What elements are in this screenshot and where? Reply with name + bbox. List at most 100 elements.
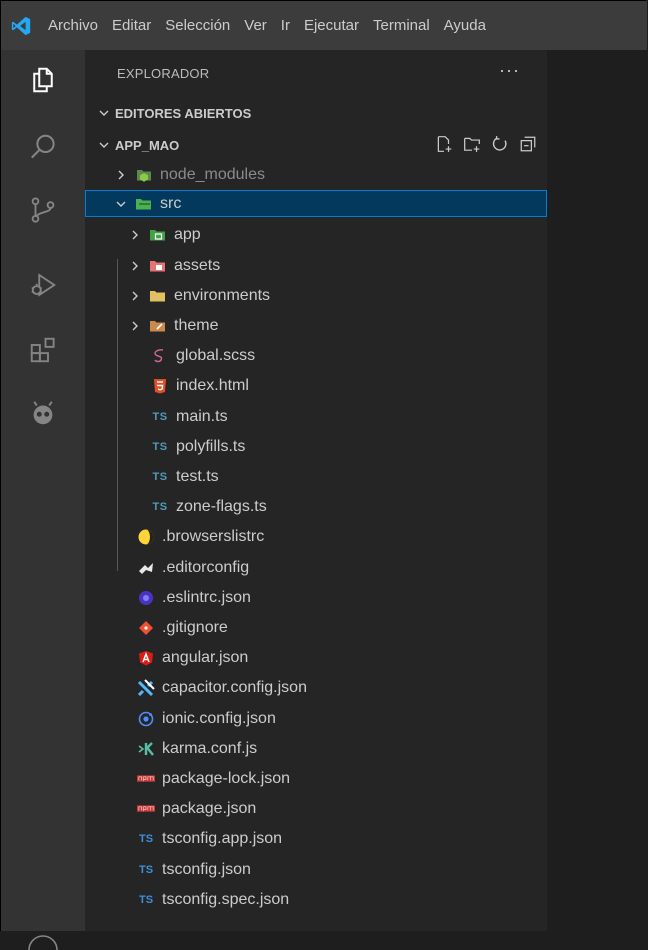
file-item[interactable]: .browserslistrc [85, 522, 547, 552]
chevron-down-icon [97, 138, 111, 152]
folder-item[interactable]: src [85, 190, 547, 218]
explorer-sidebar: EXPLORADOR ··· EDITORES ABIERTOS APP_MAO [85, 50, 547, 931]
open-editors-label: EDITORES ABIERTOS [115, 105, 252, 121]
tree-item-label: capacitor.config.json [162, 679, 307, 697]
tree-item-label: main.ts [176, 407, 228, 425]
karma-icon [137, 740, 155, 758]
tree-item-label: test.ts [176, 468, 219, 485]
menu-seleccion[interactable]: Selección [158, 1, 237, 50]
file-item[interactable]: capacitor.config.json [85, 673, 547, 703]
menu-ir[interactable]: Ir [274, 1, 297, 50]
file-item[interactable]: TS tsconfig.spec.json [85, 885, 547, 915]
file-item[interactable]: .editorconfig [85, 553, 547, 583]
tsconfig-icon: TS [138, 833, 154, 846]
tree-item-label: zone-flags.ts [176, 498, 267, 516]
git-icon [137, 619, 155, 637]
folder-item[interactable]: node_modules [85, 160, 547, 190]
tree-item-label: karma.conf.js [162, 739, 258, 757]
file-item[interactable]: karma.conf.js [85, 734, 547, 764]
tree-item-label: index.html [176, 377, 249, 395]
chevron-right-icon[interactable] [127, 227, 143, 243]
menu-ver[interactable]: Ver [237, 1, 274, 50]
file-item[interactable]: package-lock.json [85, 764, 547, 794]
tree-item-label: assets [174, 256, 221, 274]
tree-item-label: package-lock.json [162, 770, 291, 787]
tree-item-label: global.scss [176, 347, 256, 365]
folder-item[interactable]: theme [85, 311, 547, 341]
search-icon[interactable] [1, 117, 85, 177]
run-debug-icon[interactable] [1, 255, 85, 315]
new-folder-icon[interactable] [463, 135, 481, 156]
file-item[interactable]: index.html [85, 371, 547, 401]
explorer-icon[interactable] [1, 50, 85, 110]
typescript-icon: TS [152, 410, 168, 423]
chevron-down-icon[interactable] [113, 196, 129, 212]
menu-terminal[interactable]: Terminal [366, 1, 437, 50]
app-folder-icon [149, 226, 167, 244]
source-control-icon[interactable] [1, 180, 85, 240]
chevron-right-icon[interactable] [127, 288, 143, 304]
typescript-icon: TS [152, 471, 168, 483]
capacitor-icon [137, 679, 155, 697]
new-file-icon[interactable] [435, 135, 453, 156]
npm-icon [137, 800, 155, 818]
chevron-right-icon[interactable] [113, 167, 129, 183]
src-folder-icon [135, 195, 153, 213]
refresh-icon[interactable] [491, 135, 509, 156]
platformio-alien-icon[interactable] [1, 383, 85, 443]
project-header[interactable]: APP_MAO [85, 133, 547, 157]
file-item[interactable]: .gitignore [85, 613, 547, 643]
sass-icon [151, 347, 169, 365]
tree-item-label: .editorconfig [162, 558, 250, 576]
chevron-down-icon [97, 106, 111, 120]
tree-item-label: .eslintrc.json [162, 588, 251, 606]
typescript-icon: TS [152, 501, 168, 514]
collapse-all-icon[interactable] [519, 135, 537, 156]
menu-bar: Archivo Editar Selección Ver Ir Ejecutar… [41, 1, 493, 50]
chevron-right-icon[interactable] [127, 318, 143, 334]
file-item[interactable]: TS main.ts [85, 402, 547, 432]
chevron-right-icon[interactable] [127, 258, 143, 274]
editor-area [547, 50, 646, 931]
menu-editar[interactable]: Editar [105, 1, 158, 50]
vscode-logo-icon [1, 1, 41, 50]
file-item[interactable]: package.json [85, 794, 547, 824]
menu-ejecutar[interactable]: Ejecutar [297, 1, 366, 50]
tree-item-label: ionic.config.json [162, 709, 276, 727]
theme-folder-icon [149, 317, 167, 335]
account-icon[interactable] [1, 910, 85, 950]
file-item[interactable]: TS zone-flags.ts [85, 492, 547, 522]
assets-folder-icon [149, 257, 167, 275]
activity-bar [1, 50, 85, 950]
file-item[interactable]: angular.json [85, 643, 547, 673]
folder-icon [149, 287, 167, 305]
npm-icon [137, 770, 155, 788]
html5-icon [151, 377, 169, 395]
file-item[interactable]: TS test.ts [85, 462, 547, 492]
explorer-actions [435, 135, 537, 156]
folder-item[interactable]: assets [85, 251, 547, 281]
menu-ayuda[interactable]: Ayuda [437, 1, 493, 50]
tree-item-label: .browserslistrc [162, 528, 265, 546]
file-item[interactable]: ionic.config.json [85, 704, 547, 734]
folder-item[interactable]: environments [85, 281, 547, 311]
editorconfig-icon [137, 559, 155, 577]
tree-item-label: angular.json [162, 649, 249, 667]
extensions-icon[interactable] [1, 320, 85, 380]
ionic-icon [137, 710, 155, 728]
file-item[interactable]: TS tsconfig.json [85, 855, 547, 885]
file-item[interactable]: .eslintrc.json [85, 583, 547, 613]
browserslist-icon [137, 528, 155, 546]
menu-archivo[interactable]: Archivo [41, 1, 105, 50]
folder-item[interactable]: app [85, 220, 547, 250]
tree-item-label: tsconfig.spec.json [162, 890, 290, 908]
file-item[interactable]: TS polyfills.ts [85, 432, 547, 462]
file-item[interactable]: TS tsconfig.app.json [85, 824, 547, 854]
tree-item-label: tsconfig.app.json [162, 830, 283, 848]
tree-item-label: app [174, 226, 201, 244]
file-item[interactable]: global.scss [85, 341, 547, 371]
tree-item-label: polyfills.ts [176, 437, 246, 455]
open-editors-header[interactable]: EDITORES ABIERTOS [85, 101, 547, 125]
more-actions-button[interactable]: ··· [499, 60, 520, 81]
explorer-title: EXPLORADOR [117, 66, 210, 81]
